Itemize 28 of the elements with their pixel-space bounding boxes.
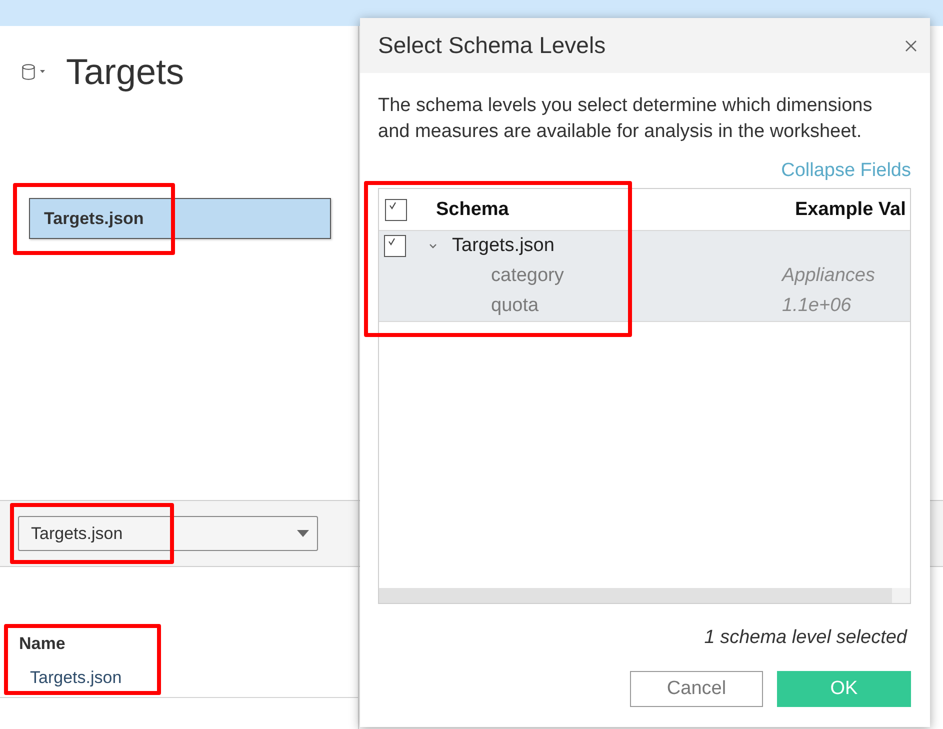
dialog-title: Select Schema Levels <box>378 32 606 59</box>
field-name: category <box>491 265 564 287</box>
table-dropdown[interactable]: Targets.json <box>18 516 318 551</box>
caret-icon[interactable] <box>40 70 45 72</box>
dialog-description: The schema levels you select determine which dimensions and measures are available for analysis in the worksheet. <box>378 94 874 144</box>
tree-row[interactable]: quota 1.1e+06 <box>379 291 910 321</box>
data-source-title: Targets <box>66 50 184 94</box>
tree-item-label: Targets.json <box>452 235 554 257</box>
example-value: Appliances <box>782 265 875 286</box>
horizontal-scrollbar[interactable] <box>379 588 910 603</box>
caret-icon <box>297 530 309 537</box>
selection-status: 1 schema level selected <box>704 626 908 650</box>
column-header: Example Val <box>795 198 906 220</box>
checkbox[interactable] <box>385 198 407 220</box>
close-icon[interactable] <box>905 40 917 52</box>
tree-row[interactable]: Targets.json <box>379 231 910 261</box>
cancel-button[interactable]: Cancel <box>630 671 763 707</box>
checkbox[interactable] <box>384 235 406 257</box>
collapse-fields-link[interactable]: Collapse Fields <box>781 159 911 183</box>
column-header: Name <box>19 634 66 653</box>
field-name: quota <box>491 295 539 317</box>
example-value: 1.1e+06 <box>782 295 852 316</box>
table-name-item[interactable]: Targets.json <box>30 668 122 687</box>
tree-row[interactable]: category Appliances <box>379 261 910 291</box>
column-header: Schema <box>436 198 509 220</box>
database-icon[interactable] <box>22 64 35 80</box>
connection-item[interactable]: Targets.json <box>29 198 331 239</box>
chevron-icon[interactable] <box>429 242 437 250</box>
